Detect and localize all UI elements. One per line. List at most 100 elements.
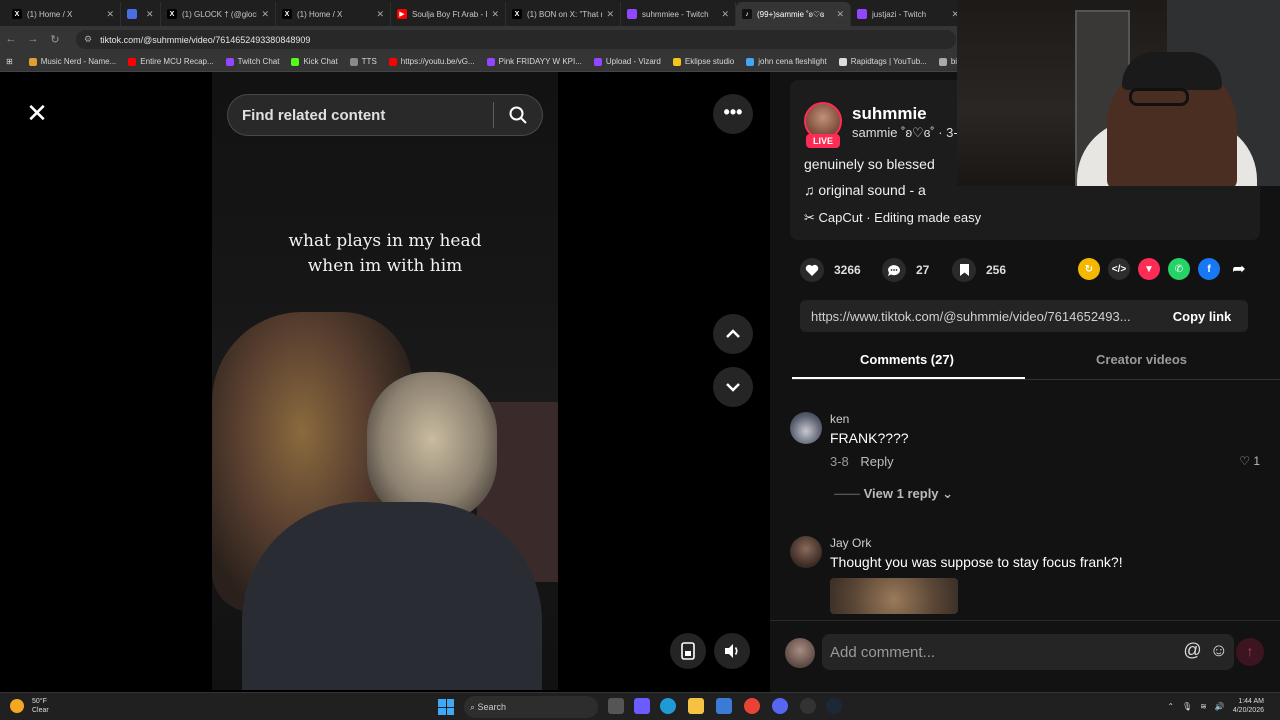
volume-button[interactable] [714, 633, 750, 669]
view-replies-button[interactable]: —— View 1 reply ⌄ [834, 486, 953, 502]
next-video-button[interactable] [713, 367, 753, 407]
bookmark[interactable]: Rapidtags | YouTub... [838, 57, 927, 66]
miniplayer-button[interactable] [670, 633, 706, 669]
speaker-icon[interactable]: 🔊 [1215, 702, 1225, 711]
creator-username[interactable]: suhmmie [852, 104, 927, 124]
bookmark-icon [838, 57, 847, 66]
bookmark[interactable]: Music Nerd - Name... [28, 57, 116, 66]
video-link[interactable]: https://www.tiktok.com/@suhmmie/video/76… [811, 309, 1156, 324]
bookmark[interactable]: Twitch Chat [225, 57, 279, 66]
store-icon[interactable] [716, 698, 732, 714]
edge-icon[interactable] [660, 698, 676, 714]
mention-icon[interactable]: @ [1183, 640, 1201, 661]
comment-icon [882, 258, 906, 282]
wifi-icon[interactable]: ≋ [1200, 702, 1207, 711]
comment-item: Jay Ork Thought you was suppose to stay … [790, 536, 1260, 620]
capcut-link[interactable]: ✂ CapCut · Editing made easy [804, 210, 981, 226]
heart-icon [800, 258, 824, 282]
facebook-icon[interactable]: f [1198, 258, 1220, 280]
close-icon[interactable]: ✕ [20, 96, 54, 130]
browser-tab[interactable]: ▶ Soulja Boy Ft Arab - I ✕ [391, 2, 506, 26]
send-to-friends-icon[interactable]: ▼ [1138, 258, 1160, 280]
x-logo-icon: X [167, 9, 177, 19]
clock[interactable]: 1:44 AM 4/20/2026 [1233, 697, 1264, 715]
like-button[interactable]: 3266 [800, 258, 861, 282]
comment-gif-image[interactable] [830, 578, 958, 614]
apps-grid-icon[interactable]: ⊞ [6, 57, 13, 66]
close-tab-icon[interactable]: ✕ [261, 9, 269, 20]
capcut-icon: ✂ [804, 210, 819, 225]
arrow-up-icon: ↑ [1246, 643, 1254, 659]
browser-tab-active[interactable]: ♪ (99+)sammie ˚ʚ♡ɞ ✕ [736, 2, 851, 26]
bookmark[interactable]: Upload - Vizard [593, 57, 661, 66]
comment-placeholder: Add comment... [830, 643, 936, 661]
url-text: tiktok.com/@suhmmie/video/76146524933808… [100, 34, 311, 45]
bookmark[interactable]: Eklipse studio [672, 57, 734, 66]
reply-button[interactable]: Reply [860, 454, 893, 469]
forward-icon[interactable]: → [22, 33, 44, 45]
commenter-name[interactable]: Jay Ork [830, 536, 871, 550]
taskbar-search[interactable]: ⌕ Search [464, 696, 598, 718]
site-info-icon[interactable]: ⚙ [84, 34, 92, 45]
close-tab-icon[interactable]: ✕ [146, 9, 154, 20]
user-avatar[interactable] [785, 638, 815, 668]
share-arrow-icon[interactable]: ➦ [1228, 258, 1250, 280]
save-button[interactable]: 256 [952, 258, 1006, 282]
tab-comments[interactable]: Comments (27) [860, 352, 954, 367]
bookmark[interactable]: Entire MCU Recap... [128, 57, 214, 66]
close-tab-icon[interactable]: ✕ [491, 9, 499, 20]
close-tab-icon[interactable]: ✕ [106, 9, 114, 20]
discord-icon[interactable] [772, 698, 788, 714]
emoji-icon[interactable]: ☺ [1210, 640, 1228, 661]
reload-icon[interactable]: ↻ [44, 33, 66, 46]
tab-creator-videos[interactable]: Creator videos [1096, 352, 1187, 367]
address-bar[interactable]: ⚙ tiktok.com/@suhmmie/video/761465249338… [76, 30, 956, 49]
comment-meta: 3-8 Reply [830, 454, 894, 469]
weather-widget[interactable]: 50°F Clear [10, 697, 49, 715]
comment-like-button[interactable]: ♡ 1 [1239, 454, 1260, 468]
bookmark[interactable]: Kick Chat [291, 57, 338, 66]
comment-input[interactable]: Add comment... @ ☺ [822, 634, 1234, 670]
video-player[interactable]: what plays in my head when im with him [212, 72, 558, 690]
browser-tab[interactable]: X (1) Home / X ✕ [6, 2, 121, 26]
browser-tab[interactable]: X (1) BON on X: "That n ✕ [506, 2, 621, 26]
browser-tab[interactable]: X (1) Home / X ✕ [276, 2, 391, 26]
microphone-icon[interactable]: 🎙 [1182, 702, 1192, 711]
related-search-input[interactable]: Find related content [227, 94, 543, 136]
close-tab-icon[interactable]: ✕ [606, 9, 614, 20]
embed-icon[interactable]: </> [1108, 258, 1130, 280]
copilot-icon[interactable] [634, 698, 650, 714]
bookmark[interactable]: Pink FRIDAYY W KPI... [486, 57, 582, 66]
copy-link-button[interactable]: Copy link [1156, 309, 1248, 324]
post-comment-button[interactable]: ↑ [1236, 638, 1264, 666]
chrome-icon[interactable] [744, 698, 760, 714]
task-view-icon[interactable] [608, 698, 624, 714]
whatsapp-icon[interactable]: ✆ [1168, 258, 1190, 280]
search-icon: ⌕ [470, 701, 478, 712]
search-icon[interactable] [494, 105, 542, 125]
browser-tab[interactable]: suhmmiee - Twitch ✕ [621, 2, 736, 26]
file-explorer-icon[interactable] [688, 698, 704, 714]
commenter-avatar[interactable] [790, 536, 822, 568]
start-button[interactable] [438, 699, 454, 715]
browser-tab[interactable]: ✕ [121, 2, 161, 26]
comment-button[interactable]: 27 [882, 258, 929, 282]
close-tab-icon[interactable]: ✕ [836, 9, 844, 20]
steam-icon[interactable] [826, 698, 842, 714]
back-icon[interactable]: ← [0, 33, 22, 45]
bookmark[interactable]: https://youtu.be/vG... [388, 57, 475, 66]
browser-tab[interactable]: justjazi - Twitch ✕ [851, 2, 966, 26]
obs-icon[interactable] [800, 698, 816, 714]
repost-icon[interactable]: ↻ [1078, 258, 1100, 280]
commenter-name[interactable]: ken [830, 412, 849, 426]
close-tab-icon[interactable]: ✕ [721, 9, 729, 20]
commenter-avatar[interactable] [790, 412, 822, 444]
music-link[interactable]: ♫ original sound - a [804, 182, 926, 198]
chevron-up-icon[interactable]: ⌃ [1167, 702, 1174, 711]
bookmark[interactable]: john cena fleshlight [746, 57, 827, 66]
more-options-button[interactable]: ••• [713, 94, 753, 134]
bookmark[interactable]: TTS [349, 57, 377, 66]
browser-tab[interactable]: X (1) GLOCK † (@glock ✕ [161, 2, 276, 26]
previous-video-button[interactable] [713, 314, 753, 354]
close-tab-icon[interactable]: ✕ [376, 9, 384, 20]
